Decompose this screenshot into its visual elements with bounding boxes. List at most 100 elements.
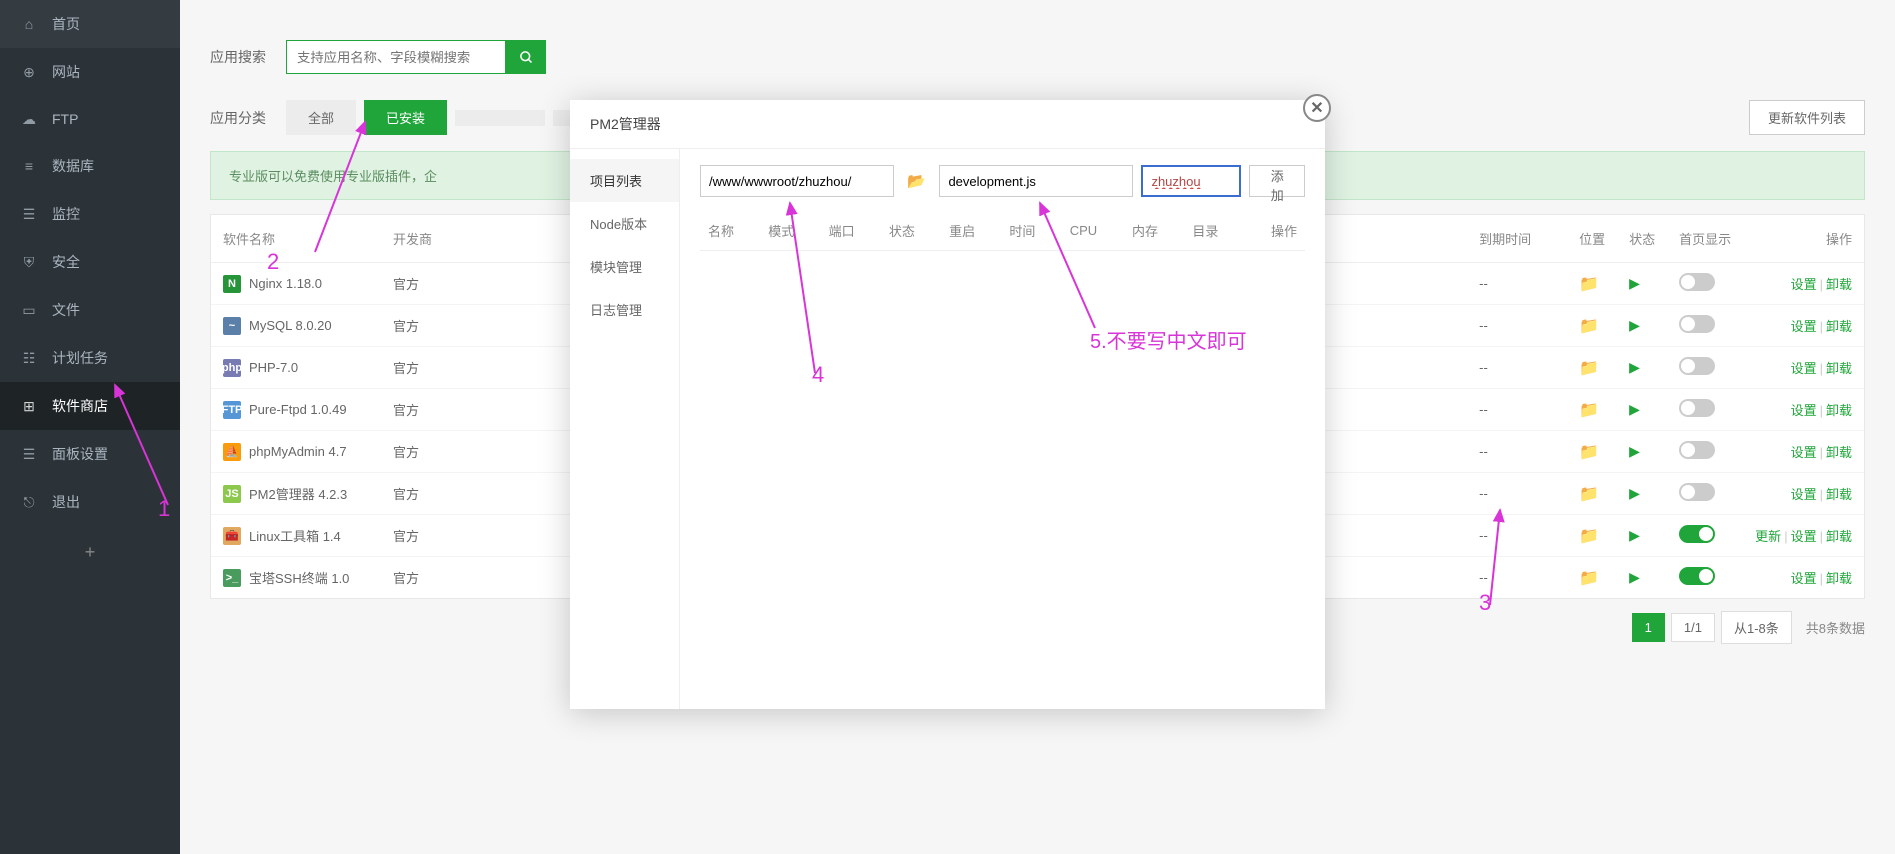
action-link[interactable]: 卸载 (1826, 361, 1852, 376)
sidebar-item-monitor[interactable]: ☰ 监控 (0, 190, 180, 238)
action-link[interactable]: 设置 (1791, 403, 1817, 418)
sidebar-item-label: 网站 (52, 62, 80, 82)
open-folder-icon[interactable]: 📁 (1579, 486, 1599, 503)
category-label: 应用分类 (210, 108, 266, 128)
open-folder-icon[interactable]: 📁 (1579, 402, 1599, 419)
shield-icon: ⛨ (20, 253, 38, 271)
homeshow-toggle[interactable] (1679, 483, 1715, 501)
add-project-button[interactable]: 添加 (1249, 165, 1305, 197)
open-folder-icon[interactable]: 📁 (1579, 276, 1599, 293)
action-link[interactable]: 卸载 (1826, 277, 1852, 292)
action-link[interactable]: 设置 (1791, 319, 1817, 334)
database-icon: ≡ (20, 157, 38, 175)
software-icon: php (223, 359, 241, 377)
expire-cell: -- (1467, 263, 1567, 305)
modal-tab-logs[interactable]: 日志管理 (570, 288, 679, 331)
homeshow-toggle[interactable] (1679, 357, 1715, 375)
software-name-text: PHP-7.0 (249, 360, 298, 375)
entry-file-input[interactable] (939, 165, 1133, 197)
modal-tab-node[interactable]: Node版本 (570, 202, 679, 245)
category-installed-button[interactable]: 已安装 (364, 100, 447, 135)
open-folder-icon[interactable]: 📁 (1579, 528, 1599, 545)
homeshow-toggle[interactable] (1679, 567, 1715, 585)
category-placeholder-1[interactable] (455, 110, 545, 126)
sidebar-item-website[interactable]: ⊕ 网站 (0, 48, 180, 96)
th-status: 状态 (1617, 215, 1667, 263)
sidebar-item-home[interactable]: ⌂ 首页 (0, 0, 180, 48)
sidebar-item-label: 安全 (52, 252, 80, 272)
homeshow-toggle[interactable] (1679, 273, 1715, 291)
action-link[interactable]: 卸载 (1826, 529, 1852, 544)
projects-table: 名称 模式 端口 状态 重启 时间 CPU 内存 目录 操作 (700, 211, 1305, 251)
search-icon (519, 50, 534, 65)
sidebar-item-label: 软件商店 (52, 396, 108, 416)
play-icon[interactable]: ▶ (1629, 443, 1640, 459)
play-icon[interactable]: ▶ (1629, 485, 1640, 501)
homeshow-toggle[interactable] (1679, 525, 1715, 543)
sidebar-item-label: 退出 (52, 492, 80, 512)
action-link[interactable]: 卸载 (1826, 571, 1852, 586)
homeshow-toggle[interactable] (1679, 441, 1715, 459)
sidebar-item-logout[interactable]: ⎋ 退出 (0, 478, 180, 526)
browse-folder-button[interactable]: 📂 (902, 165, 931, 197)
home-icon: ⌂ (20, 15, 38, 33)
play-icon[interactable]: ▶ (1629, 401, 1640, 417)
action-link[interactable]: 更新 (1755, 529, 1781, 544)
open-folder-icon[interactable]: 📁 (1579, 570, 1599, 587)
sidebar-item-files[interactable]: ▭ 文件 (0, 286, 180, 334)
sidebar-item-settings[interactable]: ☰ 面板设置 (0, 430, 180, 478)
play-icon[interactable]: ▶ (1629, 317, 1640, 333)
software-name-text: phpMyAdmin 4.7 (249, 444, 347, 459)
expire-cell: -- (1467, 389, 1567, 431)
sidebar-item-label: FTP (52, 111, 78, 127)
homeshow-toggle[interactable] (1679, 399, 1715, 417)
action-link[interactable]: 卸载 (1826, 487, 1852, 502)
modal-tab-modules[interactable]: 模块管理 (570, 245, 679, 288)
play-icon[interactable]: ▶ (1629, 569, 1640, 585)
sidebar-item-appstore[interactable]: ⊞ 软件商店 (0, 382, 180, 430)
sidebar-item-cron[interactable]: ☷ 计划任务 (0, 334, 180, 382)
action-link[interactable]: 设置 (1791, 277, 1817, 292)
project-name-input[interactable] (1141, 165, 1241, 197)
expire-cell: -- (1467, 557, 1567, 599)
sidebar-add[interactable]: + (0, 526, 180, 579)
modal-close-button[interactable]: ✕ (1303, 94, 1331, 122)
action-link[interactable]: 卸载 (1826, 403, 1852, 418)
search-input[interactable] (286, 40, 506, 74)
globe-icon: ⊕ (20, 63, 38, 81)
play-icon[interactable]: ▶ (1629, 359, 1640, 375)
pth-port: 端口 (821, 211, 881, 251)
play-icon[interactable]: ▶ (1629, 275, 1640, 291)
software-icon: 🧰 (223, 527, 241, 545)
action-link[interactable]: 设置 (1791, 487, 1817, 502)
open-folder-icon[interactable]: 📁 (1579, 360, 1599, 377)
pth-mode: 模式 (760, 211, 820, 251)
software-name-text: MySQL 8.0.20 (249, 318, 332, 333)
folder-icon: ▭ (20, 301, 38, 319)
play-icon[interactable]: ▶ (1629, 527, 1640, 543)
open-folder-icon[interactable]: 📁 (1579, 318, 1599, 335)
sidebar-item-database[interactable]: ≡ 数据库 (0, 142, 180, 190)
sidebar-item-label: 面板设置 (52, 444, 108, 464)
sidebar-item-ftp[interactable]: ☁ FTP (0, 96, 180, 142)
expire-cell: -- (1467, 473, 1567, 515)
action-link[interactable]: 卸载 (1826, 319, 1852, 334)
homeshow-toggle[interactable] (1679, 315, 1715, 333)
action-link[interactable]: 设置 (1791, 529, 1817, 544)
monitor-icon: ☰ (20, 205, 38, 223)
logout-icon: ⎋ (20, 493, 38, 511)
action-link[interactable]: 卸载 (1826, 445, 1852, 460)
search-button[interactable] (506, 40, 546, 74)
action-link[interactable]: 设置 (1791, 571, 1817, 586)
category-all-button[interactable]: 全部 (286, 100, 356, 135)
apps-icon: ⊞ (20, 397, 38, 415)
page-1[interactable]: 1 (1632, 613, 1665, 642)
project-path-input[interactable] (700, 165, 894, 197)
pth-restart: 重启 (941, 211, 1001, 251)
update-list-button[interactable]: 更新软件列表 (1749, 100, 1865, 135)
open-folder-icon[interactable]: 📁 (1579, 444, 1599, 461)
sidebar-item-security[interactable]: ⛨ 安全 (0, 238, 180, 286)
action-link[interactable]: 设置 (1791, 361, 1817, 376)
modal-tab-projects[interactable]: 项目列表 (570, 159, 679, 202)
action-link[interactable]: 设置 (1791, 445, 1817, 460)
